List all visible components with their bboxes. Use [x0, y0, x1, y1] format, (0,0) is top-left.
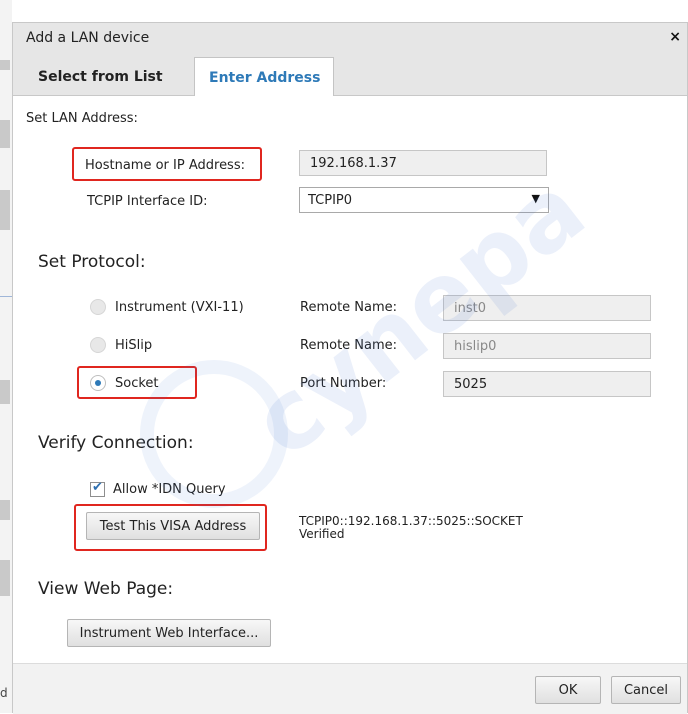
interface-label: TCPIP Interface ID: — [87, 194, 208, 209]
check-icon: ✔ — [92, 480, 103, 495]
add-lan-device-dialog: Add a LAN device × Select from List Ente… — [12, 22, 688, 714]
web-heading: View Web Page: — [38, 579, 174, 599]
cancel-button[interactable]: Cancel — [611, 676, 681, 704]
tab-enter-address[interactable]: Enter Address — [194, 57, 334, 96]
dialog-titlebar[interactable]: Add a LAN device × — [13, 23, 687, 54]
port-number-input[interactable]: 5025 — [443, 371, 651, 397]
tab-bar: Select from List Enter Address — [13, 53, 687, 96]
background-block — [0, 120, 10, 148]
port-number-label: Port Number: — [300, 376, 387, 391]
hislip-remote-name-input[interactable]: hislip0 — [443, 333, 651, 359]
radio-hislip-label[interactable]: HiSlip — [115, 338, 152, 353]
verify-result-status: Verified — [299, 527, 345, 541]
background-letter: d — [0, 686, 8, 700]
background-block — [0, 500, 10, 520]
remote-name-label: Remote Name: — [300, 338, 398, 353]
background-block — [0, 190, 10, 230]
radio-instrument-vxi11[interactable] — [90, 299, 106, 315]
interface-select-value: TCPIP0 — [308, 193, 353, 208]
inst-remote-name-input[interactable]: inst0 — [443, 295, 651, 321]
background-window: d — [0, 0, 12, 713]
background-rule — [0, 296, 12, 297]
verify-heading: Verify Connection: — [38, 433, 194, 453]
radio-hislip[interactable] — [90, 337, 106, 353]
radio-instrument-vxi11-label[interactable]: Instrument (VXI-11) — [115, 300, 244, 315]
verify-result-address: TCPIP0::192.168.1.37::5025::SOCKET — [299, 514, 523, 528]
allow-idn-label[interactable]: Allow *IDN Query — [113, 482, 226, 497]
lan-heading: Set LAN Address: — [26, 111, 138, 126]
instrument-web-interface-button[interactable]: Instrument Web Interface... — [67, 619, 271, 647]
test-visa-address-button[interactable]: Test This VISA Address — [86, 512, 260, 540]
interface-select[interactable]: TCPIP0 ▼ — [299, 187, 549, 213]
hostname-input[interactable]: 192.168.1.37 — [299, 150, 547, 176]
background-block — [0, 560, 10, 596]
radio-socket-label[interactable]: Socket — [115, 376, 159, 391]
protocol-heading: Set Protocol: — [38, 252, 146, 272]
tab-select-from-list[interactable]: Select from List — [13, 53, 185, 95]
chevron-down-icon: ▼ — [531, 192, 540, 205]
background-block — [0, 60, 10, 70]
dialog-title: Add a LAN device — [26, 30, 150, 46]
background-block — [0, 380, 10, 404]
allow-idn-checkbox[interactable]: ✔ — [90, 480, 105, 497]
radio-socket[interactable] — [90, 375, 106, 391]
hostname-label: Hostname or IP Address: — [85, 158, 245, 173]
dialog-footer: OK Cancel — [13, 663, 687, 714]
remote-name-label: Remote Name: — [300, 300, 398, 315]
close-icon[interactable]: × — [669, 29, 681, 45]
ok-button[interactable]: OK — [535, 676, 601, 704]
